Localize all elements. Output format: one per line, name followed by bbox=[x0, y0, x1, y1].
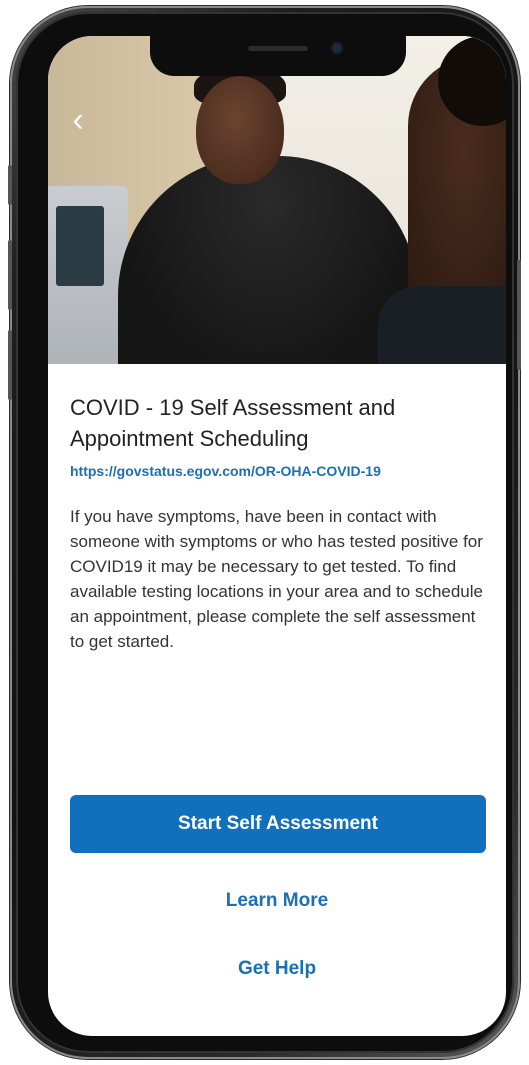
camera-icon bbox=[332, 43, 342, 53]
get-help-button[interactable]: Get Help bbox=[48, 957, 506, 981]
speaker-grille bbox=[248, 46, 308, 51]
phone-side-button bbox=[8, 330, 12, 400]
card-content: COVID - 19 Self Assessment and Appointme… bbox=[70, 392, 486, 654]
hero-nurse-head bbox=[196, 76, 284, 184]
phone-side-button bbox=[8, 240, 12, 310]
hero-patient-shirt bbox=[378, 286, 506, 364]
description-text: If you have symptoms, have been in conta… bbox=[70, 507, 483, 651]
service-url-link[interactable]: https://govstatus.egov.com/OR-OHA-COVID-… bbox=[70, 463, 486, 479]
hero-monitor-screen bbox=[56, 206, 104, 286]
hero-photo bbox=[48, 36, 506, 364]
learn-more-button[interactable]: Learn More bbox=[48, 889, 506, 913]
app-screen: ‹ COVID - 19 Self Assessment and Appoint… bbox=[48, 36, 506, 1036]
phone-side-button bbox=[8, 165, 12, 205]
back-button[interactable]: ‹ bbox=[64, 100, 92, 140]
chevron-left-icon: ‹ bbox=[72, 101, 84, 139]
hero-medical-monitor bbox=[48, 186, 128, 364]
phone-notch bbox=[150, 36, 406, 76]
start-self-assessment-button[interactable]: Start Self Assessment bbox=[70, 795, 486, 853]
phone-side-button bbox=[517, 260, 521, 370]
page-title: COVID - 19 Self Assessment and Appointme… bbox=[70, 395, 396, 451]
